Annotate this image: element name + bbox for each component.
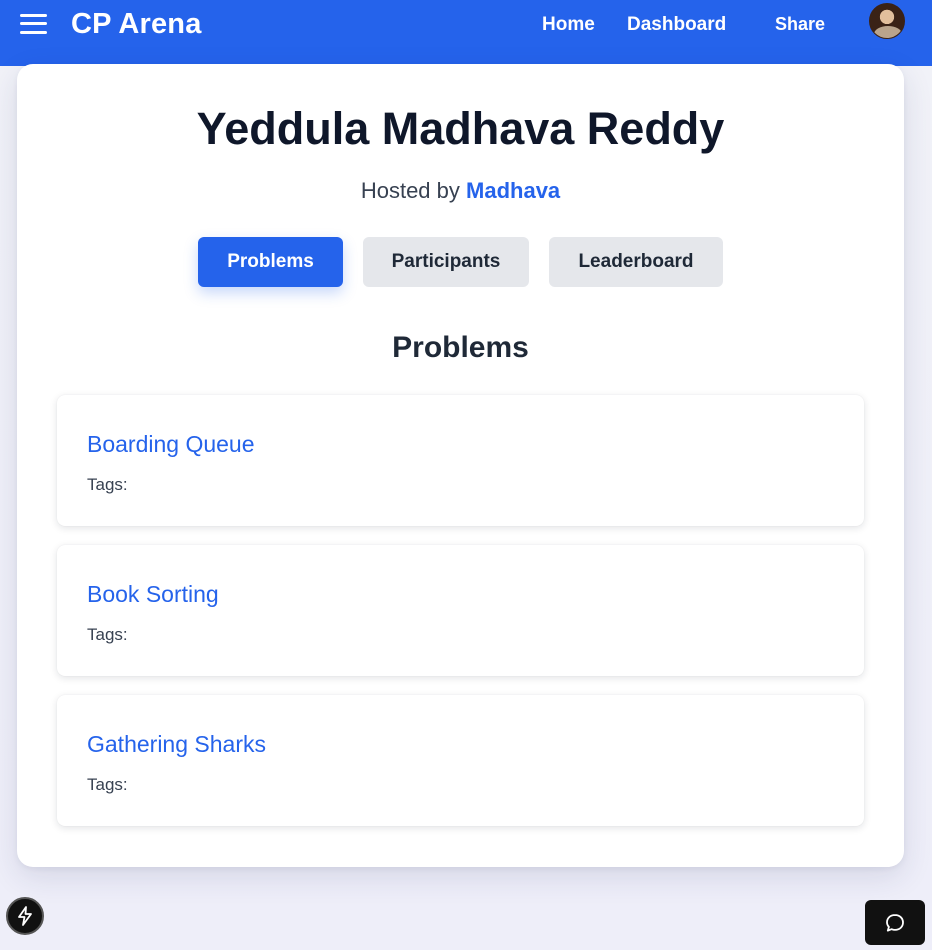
tab-leaderboard[interactable]: Leaderboard bbox=[549, 237, 723, 287]
lightning-bolt-icon[interactable] bbox=[6, 897, 44, 935]
hosted-by-line: Hosted by Madhava bbox=[17, 178, 904, 204]
nav-share-link[interactable]: Share bbox=[775, 14, 825, 35]
chat-bubble-icon[interactable] bbox=[865, 900, 925, 945]
user-avatar[interactable] bbox=[869, 3, 905, 39]
problem-card[interactable]: Gathering Sharks Tags: bbox=[57, 695, 864, 826]
tab-problems[interactable]: Problems bbox=[198, 237, 343, 287]
problem-title-link[interactable]: Gathering Sharks bbox=[87, 731, 266, 758]
hamburger-menu-icon[interactable] bbox=[20, 13, 48, 35]
problem-title-link[interactable]: Book Sorting bbox=[87, 581, 219, 608]
problem-title-link[interactable]: Boarding Queue bbox=[87, 431, 255, 458]
tab-participants[interactable]: Participants bbox=[363, 237, 529, 287]
section-heading: Problems bbox=[392, 331, 529, 364]
problem-card[interactable]: Boarding Queue Tags: bbox=[57, 395, 864, 526]
problem-tags-label: Tags: bbox=[87, 475, 128, 494]
contest-card: Yeddula Madhava Reddy Hosted by Madhava … bbox=[17, 64, 904, 867]
problem-tags-label: Tags: bbox=[87, 775, 128, 794]
problem-tags-label: Tags: bbox=[87, 625, 128, 644]
hosted-by-label: Hosted by bbox=[360, 178, 460, 203]
host-name-link[interactable]: Madhava bbox=[466, 178, 560, 203]
top-navbar: CP Arena Home Dashboard Share bbox=[0, 0, 932, 66]
problem-card[interactable]: Book Sorting Tags: bbox=[57, 545, 864, 676]
nav-home-link[interactable]: Home bbox=[542, 14, 595, 36]
brand-logo-text[interactable]: CP Arena bbox=[71, 8, 202, 41]
nav-dashboard-link[interactable]: Dashboard bbox=[627, 14, 726, 36]
contest-title: Yeddula Madhava Reddy bbox=[196, 103, 725, 154]
